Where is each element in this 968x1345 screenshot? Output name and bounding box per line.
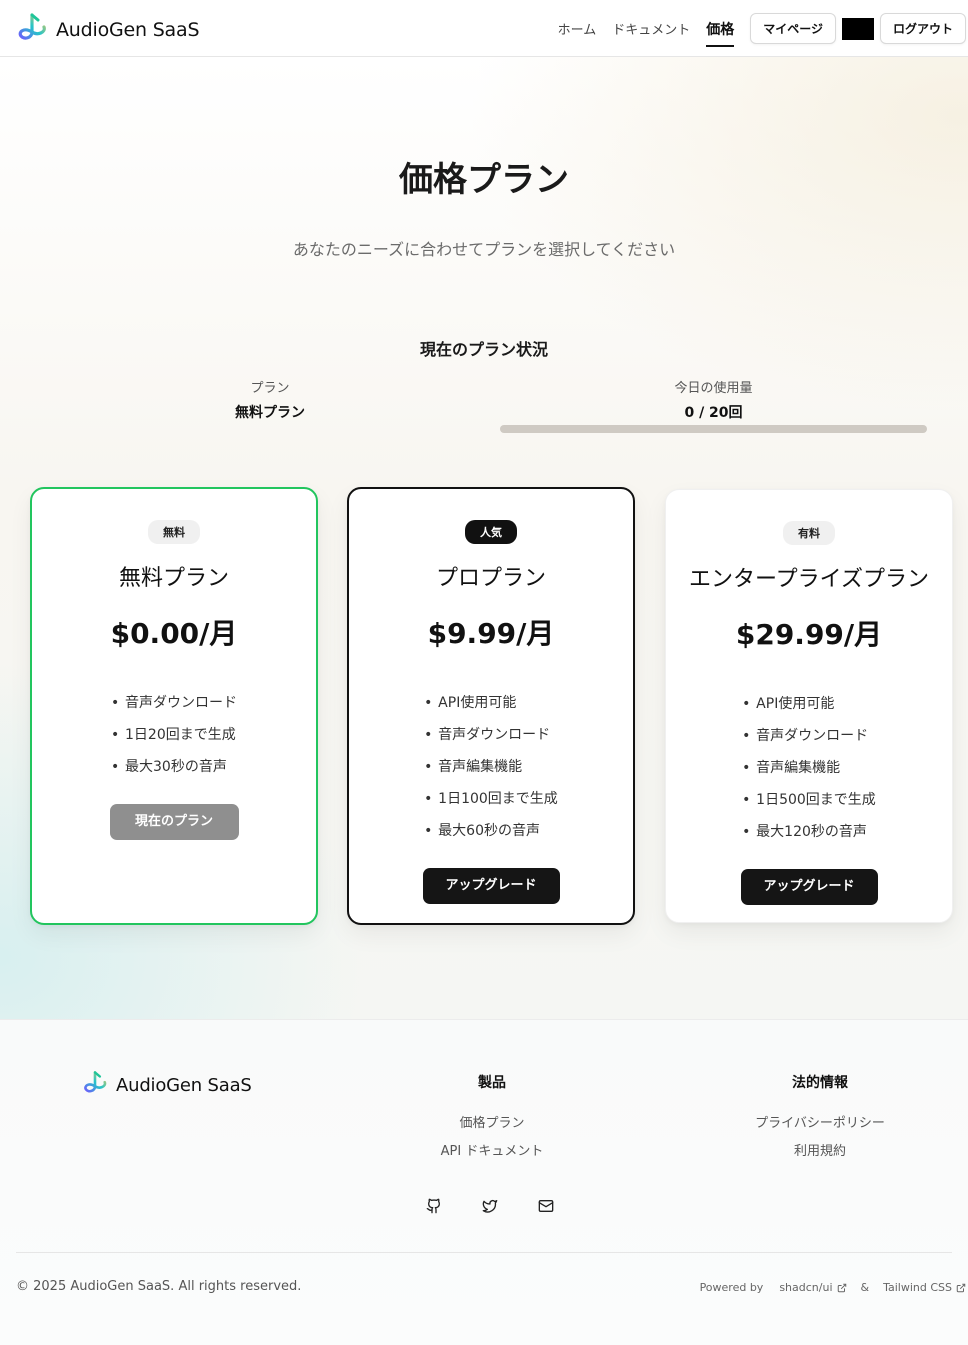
brand-name: AudioGen SaaS	[56, 19, 200, 41]
feature-item: 音声ダウンロード	[111, 692, 237, 724]
brand-logo[interactable]: AudioGen SaaS	[16, 12, 200, 48]
footer-link-privacy[interactable]: プライバシーポリシー	[720, 1112, 920, 1140]
upgrade-button-pro[interactable]: アップグレード	[422, 868, 560, 904]
plan-badge: 有料	[783, 521, 835, 545]
feature-item: 最大30秒の音声	[111, 756, 237, 788]
site-footer: AudioGen SaaS 製品 価格プラン API ドキュメント 法的情報 プ…	[0, 1019, 968, 1345]
external-link-icon	[956, 1283, 966, 1293]
plan-name: エンタープライズプラン	[688, 567, 930, 592]
feature-item: API使用可能	[742, 693, 876, 725]
logout-button[interactable]: ログアウト	[879, 13, 966, 44]
github-icon[interactable]	[426, 1198, 444, 1216]
feature-item: 音声編集機能	[424, 756, 558, 788]
usage-label: 今日の使用量	[674, 381, 753, 396]
nav-home[interactable]: ホーム	[558, 15, 597, 42]
usage-progress-bar	[500, 425, 927, 433]
nav-pricing[interactable]: 価格	[706, 15, 735, 47]
feature-item: 音声ダウンロード	[742, 725, 876, 757]
page-subtitle: あなたのニーズに合わせてプランを選択してください	[292, 240, 676, 259]
footer-divider	[16, 1252, 952, 1253]
plan-status-title: 現在のプラン状況	[419, 340, 548, 359]
feature-list: API使用可能 音声ダウンロード 音声編集機能 1日100回まで生成 最大60秒…	[424, 692, 558, 852]
footer-products-title: 製品	[478, 1075, 506, 1091]
pricing-section: 価格プラン あなたのニーズに合わせてプランを選択してください 現在のプラン状況 …	[0, 57, 968, 1019]
footer-link-pricing[interactable]: 価格プラン	[412, 1112, 572, 1140]
external-link-icon	[837, 1283, 847, 1293]
plan-name: プロプラン	[435, 566, 546, 591]
footer-legal-title: 法的情報	[792, 1075, 848, 1091]
feature-item: 1日100回まで生成	[424, 788, 558, 820]
ampersand: &	[860, 1281, 870, 1294]
copyright-text: © 2025 AudioGen SaaS. All rights reserve…	[16, 1279, 302, 1294]
footer-brand[interactable]: AudioGen SaaS	[82, 1070, 252, 1100]
plan-price: $9.99/月	[427, 617, 555, 650]
powered-by-label: Powered by	[699, 1281, 764, 1294]
popular-badge: 人気	[465, 520, 517, 544]
nav-menu: ホーム ドキュメント 価格 マイページ ログアウト	[558, 0, 968, 57]
feature-item: 音声編集機能	[742, 757, 876, 789]
audiogen-logo-icon	[82, 1070, 108, 1100]
twitter-icon[interactable]	[482, 1198, 500, 1216]
feature-item: 最大60秒の音声	[424, 820, 558, 852]
footer-legal: 法的情報 プライバシーポリシー 利用規約	[720, 1072, 920, 1168]
current-plan-button: 現在のプラン	[109, 804, 239, 840]
mypage-button[interactable]: マイページ	[750, 13, 836, 44]
footer-link-terms[interactable]: 利用規約	[720, 1140, 920, 1168]
social-links	[426, 1198, 594, 1216]
plan-price: $29.99/月	[735, 618, 883, 651]
plan-card-pro: 人気 プロプラン $9.99/月 API使用可能 音声ダウンロード 音声編集機能…	[347, 487, 635, 925]
plan-badge: 無料	[148, 520, 200, 544]
audiogen-logo-icon	[16, 12, 48, 48]
feature-item: 1日20回まで生成	[111, 724, 237, 756]
mail-icon[interactable]	[538, 1198, 556, 1216]
usage-info: 今日の使用量 0 / 20回	[500, 377, 927, 422]
feature-list: 音声ダウンロード 1日20回まで生成 最大30秒の音声	[111, 692, 237, 788]
feature-item: 最大120秒の音声	[742, 821, 876, 853]
plan-value: 無料プラン	[235, 405, 305, 421]
current-plan-info: プラン 無料プラン	[170, 377, 370, 422]
tailwind-link[interactable]: Tailwind CSS	[883, 1281, 952, 1294]
feature-item: 音声ダウンロード	[424, 724, 558, 756]
shadcn-link[interactable]: shadcn/ui	[779, 1281, 832, 1294]
feature-item: 1日500回まで生成	[742, 789, 876, 821]
feature-item: API使用可能	[424, 692, 558, 724]
footer-brand-name: AudioGen SaaS	[116, 1074, 252, 1096]
feature-list: API使用可能 音声ダウンロード 音声編集機能 1日500回まで生成 最大120…	[742, 693, 876, 853]
footer-link-api-docs[interactable]: API ドキュメント	[412, 1140, 572, 1168]
plan-price: $0.00/月	[110, 617, 238, 650]
page-title: 価格プラン	[399, 160, 569, 200]
upgrade-button-enterprise[interactable]: アップグレード	[740, 869, 878, 905]
powered-by: Powered by shadcn/ui & Tailwind CSS	[700, 1281, 966, 1294]
usage-value: 0 / 20回	[684, 405, 743, 421]
plan-label: プラン	[250, 381, 290, 396]
footer-products: 製品 価格プラン API ドキュメント	[412, 1072, 572, 1168]
top-navbar: AudioGen SaaS ホーム ドキュメント 価格 マイページ ログアウト	[0, 0, 968, 57]
plan-card-free: 無料 無料プラン $0.00/月 音声ダウンロード 1日20回まで生成 最大30…	[30, 487, 318, 925]
nav-docs[interactable]: ドキュメント	[612, 15, 690, 42]
plan-card-enterprise: 有料 エンタープライズプラン $29.99/月 API使用可能 音声ダウンロード…	[665, 489, 953, 923]
plan-name: 無料プラン	[118, 566, 229, 591]
theme-toggle[interactable]	[841, 17, 874, 40]
